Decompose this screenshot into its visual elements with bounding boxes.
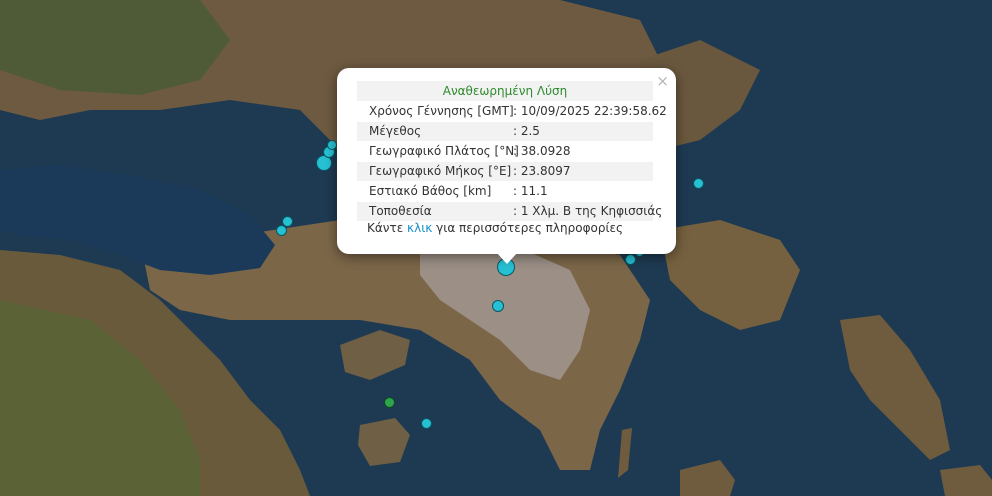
info-table: Χρόνος Γέννησης [GMT] : 10/09/2025 22:39… <box>357 102 667 222</box>
info-row-depth: Εστιακό Βάθος [km] : 11.1 <box>357 182 653 201</box>
info-value: : 38.0928 <box>513 144 571 158</box>
info-label: Εστιακό Βάθος [km] <box>369 184 492 198</box>
popup-title: Αναθεωρημένη Λύση <box>357 81 653 101</box>
earthquake-info-popup: × Αναθεωρημένη Λύση Χρόνος Γέννησης [GMT… <box>337 68 676 254</box>
info-label: Γεωγραφικό Πλάτος [°N] <box>369 144 519 158</box>
info-label: Μέγεθος <box>369 124 422 138</box>
info-row-location: Τοποθεσία : 1 Χλμ. Β της Κηφισσιάς <box>357 202 662 221</box>
info-value: : 10/09/2025 22:39:58.62 <box>513 104 667 118</box>
earthquake-marker[interactable] <box>492 300 504 312</box>
info-value: : 1 Χλμ. Β της Κηφισσιάς <box>513 204 663 218</box>
info-row-longitude: Γεωγραφικό Μήκος [°E] : 23.8097 <box>357 162 653 181</box>
earthquake-marker[interactable] <box>421 418 432 429</box>
earthquake-marker[interactable] <box>625 254 636 265</box>
info-label: Γεωγραφικό Μήκος [°E] <box>369 164 512 178</box>
close-icon[interactable]: × <box>656 71 669 91</box>
info-row-origin-time: Χρόνος Γέννησης [GMT] : 10/09/2025 22:39… <box>357 102 667 121</box>
more-info-link[interactable]: κλικ <box>407 221 432 235</box>
popup-tip <box>496 252 518 264</box>
info-row-latitude: Γεωγραφικό Πλάτος [°N] : 38.0928 <box>357 142 653 161</box>
info-label: Χρόνος Γέννησης [GMT] <box>369 104 514 118</box>
more-info-line: Κάντε κλικ για περισσότερες πληροφορίες <box>367 221 623 235</box>
earthquake-marker[interactable] <box>327 140 337 150</box>
more-info-suffix: για περισσότερες πληροφορίες <box>436 221 624 235</box>
info-value: : 23.8097 <box>513 164 571 178</box>
info-value: : 11.1 <box>513 184 548 198</box>
more-info-prefix: Κάντε <box>367 221 404 235</box>
earthquake-marker[interactable] <box>693 178 704 189</box>
info-label: Τοποθεσία <box>369 204 432 218</box>
earthquake-marker[interactable] <box>276 225 287 236</box>
earthquake-marker[interactable] <box>384 397 395 408</box>
info-row-magnitude: Μέγεθος : 2.5 <box>357 122 653 141</box>
info-value: : 2.5 <box>513 124 540 138</box>
